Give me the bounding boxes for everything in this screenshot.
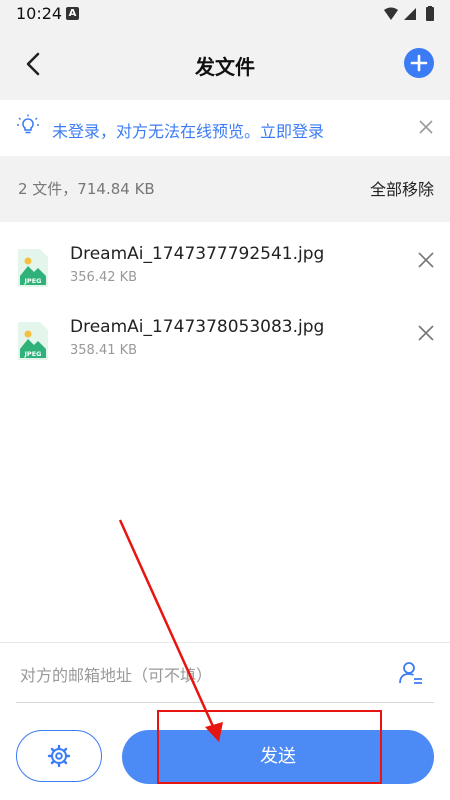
login-notice[interactable]: 未登录，对方无法在线预览。立即登录	[0, 100, 450, 156]
send-button[interactable]: 发送	[122, 730, 434, 784]
file-size: 356.42 KB	[70, 270, 138, 285]
file-type-label: JPEG	[24, 277, 42, 285]
file-size: 358.41 KB	[70, 343, 138, 358]
file-name: DreamAi_1747378053083.jpg	[70, 317, 325, 337]
remove-all-button[interactable]: 全部移除	[370, 176, 434, 200]
file-item[interactable]: JPEG DreamAi_1747378053083.jpg 358.41 KB	[0, 313, 450, 385]
signal-icon	[404, 8, 416, 20]
file-summary: 2 文件，714.84 KB 全部移除	[0, 156, 450, 222]
lightbulb-icon	[17, 114, 39, 134]
header: 发文件	[0, 28, 450, 100]
gear-icon	[47, 744, 71, 768]
status-icons	[384, 6, 434, 21]
file-name: DreamAi_1747377792541.jpg	[70, 244, 325, 264]
file-item[interactable]: JPEG DreamAi_1747377792541.jpg 356.42 KB	[0, 240, 450, 312]
email-underline	[16, 702, 434, 703]
contact-icon[interactable]	[398, 660, 424, 686]
remove-file-icon[interactable]	[416, 250, 436, 270]
close-icon[interactable]	[416, 117, 436, 137]
divider	[0, 642, 450, 643]
jpeg-file-icon: JPEG	[18, 322, 48, 360]
jpeg-file-icon: JPEG	[18, 249, 48, 287]
battery-icon	[426, 7, 434, 21]
status-bar: 10:24 A	[0, 0, 450, 28]
notification-icon: A	[66, 7, 79, 20]
remove-file-icon[interactable]	[416, 323, 436, 343]
add-icon	[410, 54, 428, 72]
file-count: 2 文件，714.84 KB	[18, 180, 155, 198]
status-time: 10:24	[16, 4, 63, 23]
file-type-label: JPEG	[24, 350, 42, 358]
email-field[interactable]	[18, 650, 382, 700]
settings-button[interactable]	[16, 730, 102, 782]
login-notice-text[interactable]: 未登录，对方无法在线预览。立即登录	[52, 118, 324, 142]
page-title: 发文件	[195, 55, 255, 79]
add-file-button[interactable]	[404, 48, 434, 78]
wifi-icon	[384, 7, 398, 20]
